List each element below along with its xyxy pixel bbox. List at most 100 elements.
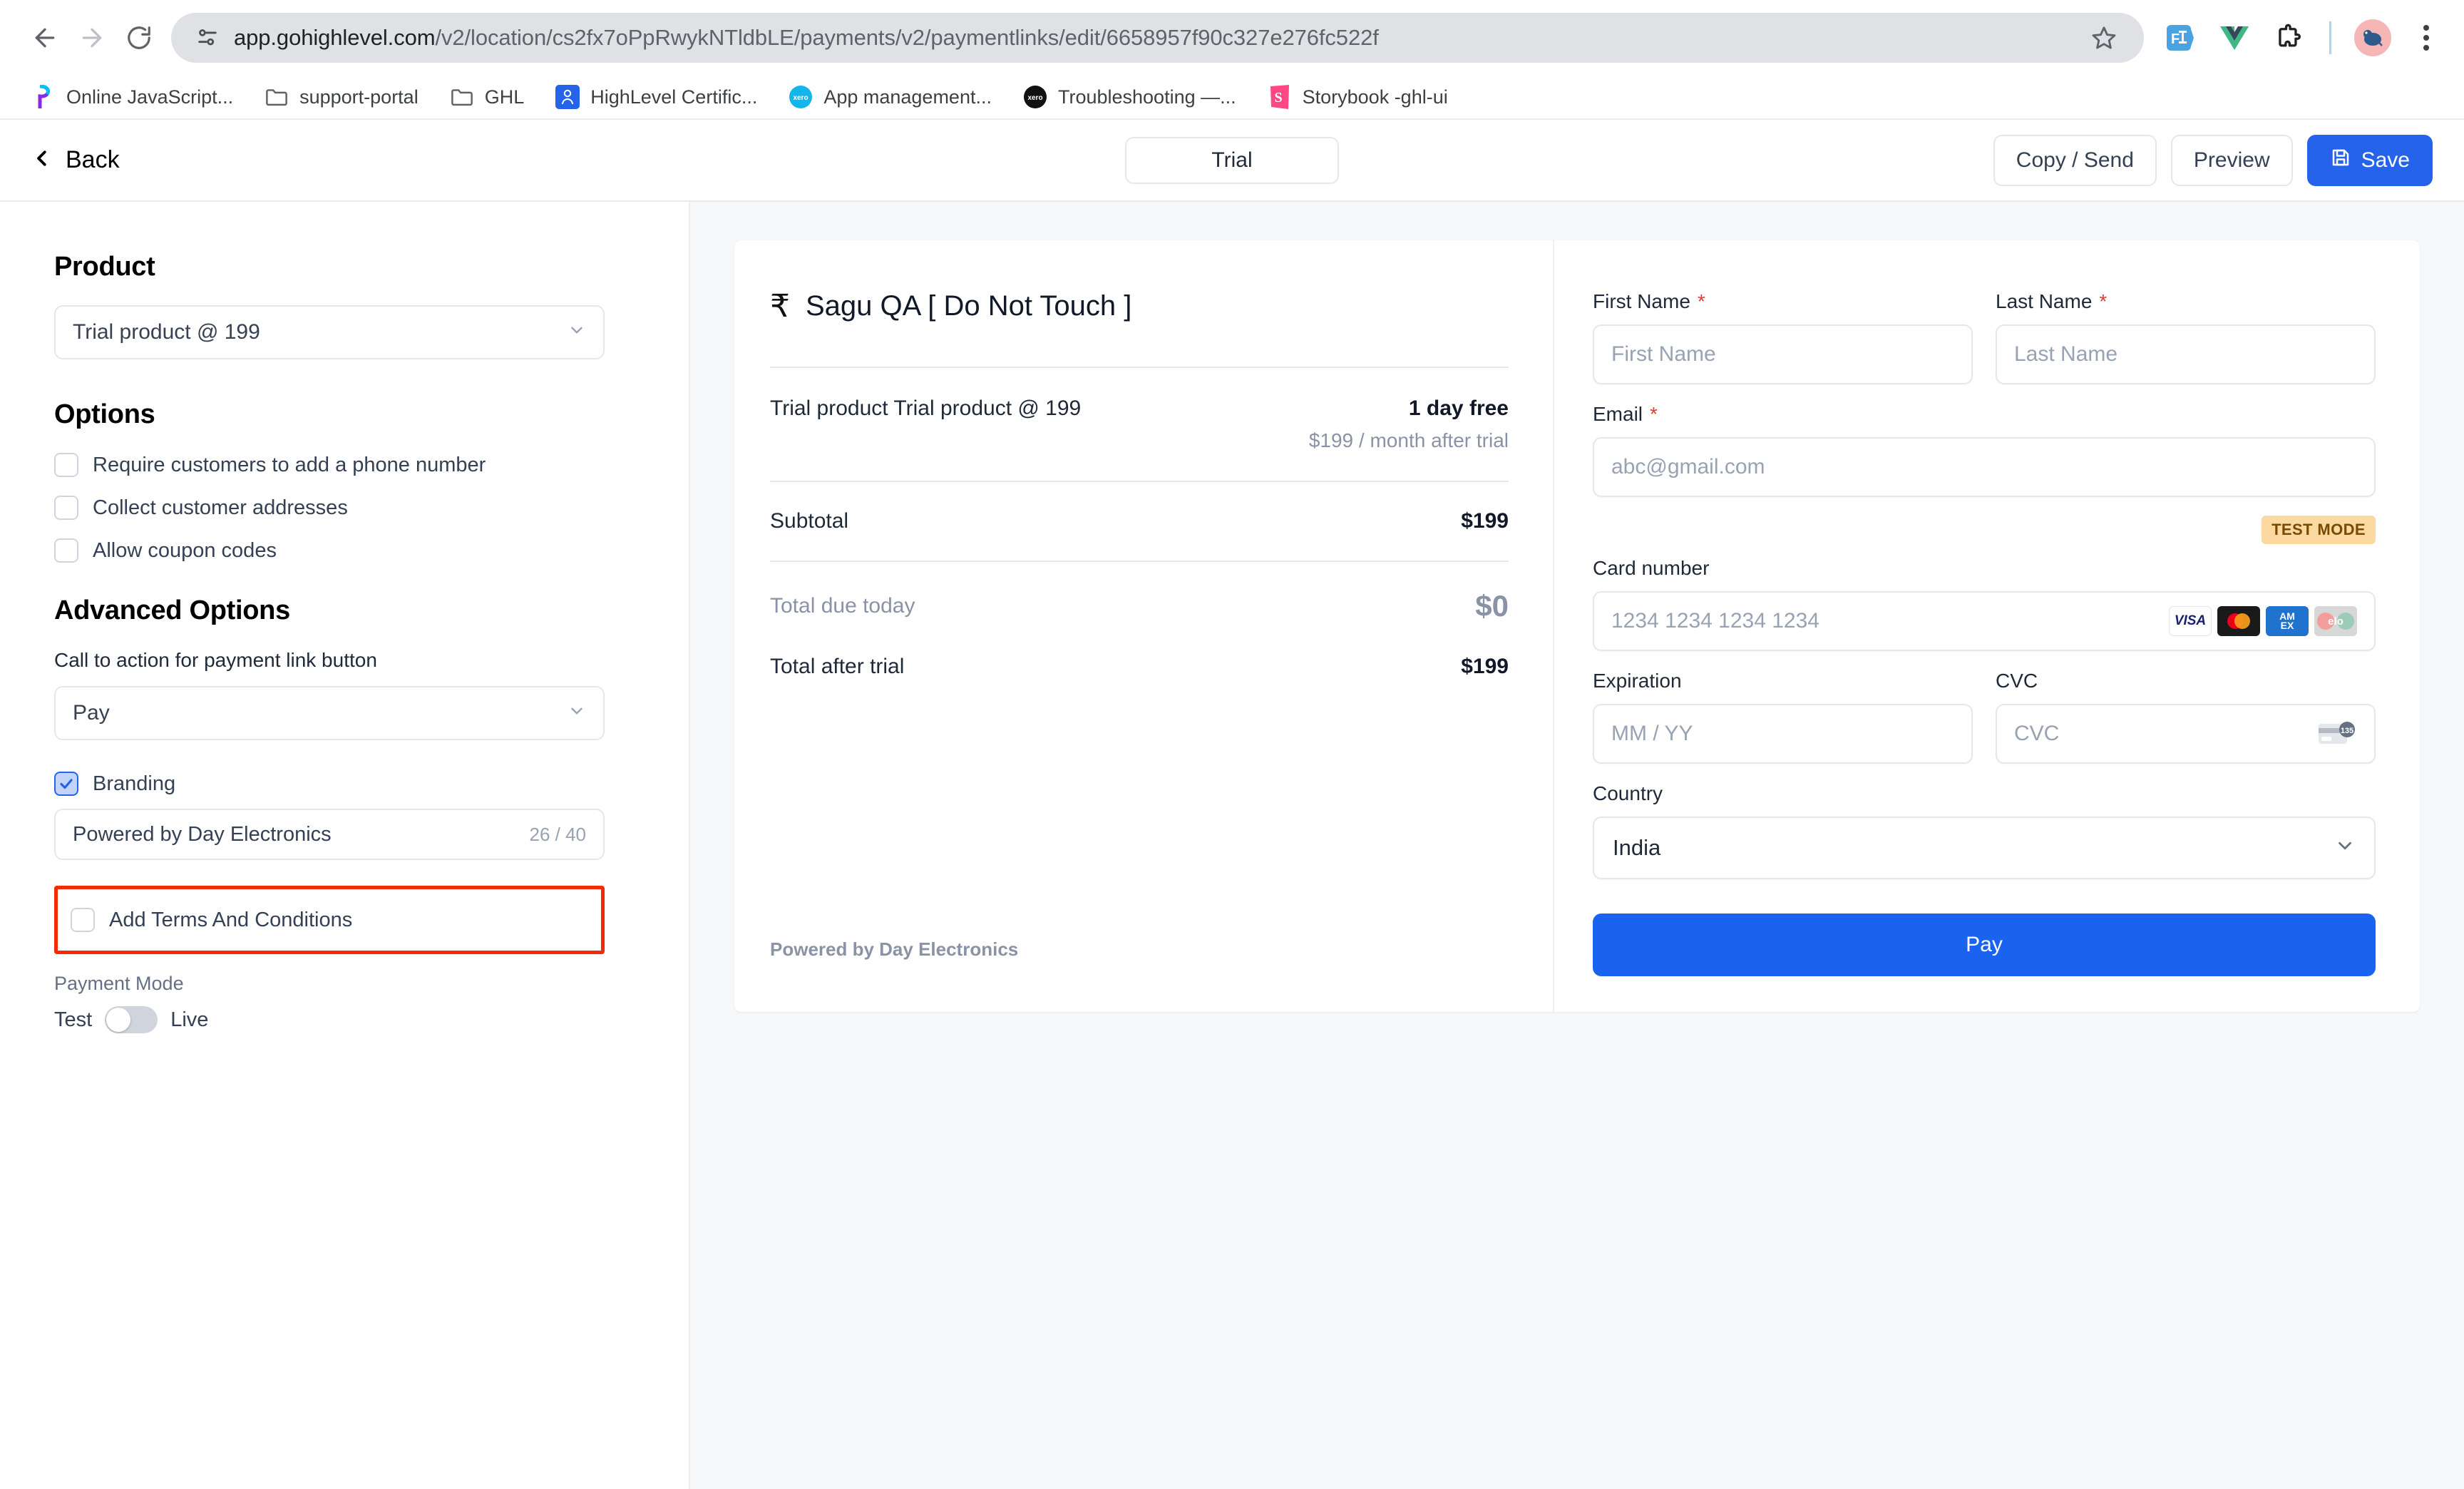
checkbox-icon[interactable] — [54, 496, 78, 520]
extension-icons: F — [2157, 19, 2443, 56]
required-asterisk: * — [2099, 290, 2108, 312]
svg-text:135: 135 — [2341, 727, 2353, 735]
option-collect-addresses[interactable]: Collect customer addresses — [54, 496, 635, 520]
checkbox-icon[interactable] — [54, 453, 78, 477]
country-group: Country India — [1593, 782, 2376, 879]
forward-nav-icon[interactable] — [68, 14, 115, 61]
country-select[interactable]: India — [1593, 817, 2376, 879]
url-path: /v2/location/cs2fx7oPpRwykNTldbLE/paymen… — [435, 25, 1379, 50]
xero-blue-icon: xero — [787, 83, 814, 111]
options-section-title: Options — [54, 399, 155, 429]
expiration-input[interactable]: MM / YY — [1593, 704, 1973, 764]
bookmark-label: support-portal — [299, 86, 419, 108]
last-name-label-text: Last Name — [1996, 290, 2093, 312]
line-item-row: Trial product Trial product @ 199 1 day … — [770, 368, 1509, 481]
toolbar-divider — [2329, 21, 2331, 54]
mode-live-label: Live — [170, 1008, 209, 1031]
last-name-label: Last Name * — [1996, 290, 2376, 313]
option-label: Collect customer addresses — [93, 496, 348, 519]
checkbox-icon[interactable] — [54, 538, 78, 563]
pay-button[interactable]: Pay — [1593, 914, 2376, 976]
email-input[interactable]: abc@gmail.com — [1593, 437, 2376, 497]
back-label: Back — [66, 146, 120, 173]
email-label-text: Email — [1593, 403, 1643, 425]
bookmark-label: HighLevel Certific... — [590, 86, 758, 108]
toggle-knob — [106, 1008, 131, 1032]
chevron-down-icon — [2334, 835, 2356, 861]
email-label: Email * — [1593, 403, 2376, 426]
terms-and-conditions-highlight[interactable]: Add Terms And Conditions — [54, 886, 605, 954]
browser-chrome: app.gohighlevel.com/v2/location/cs2fx7oP… — [0, 0, 2464, 120]
order-summary: ₹ Sagu QA [ Do Not Touch ] Trial product… — [734, 240, 1554, 1012]
copy-send-button[interactable]: Copy / Send — [1993, 134, 2157, 186]
vue-devtools-icon[interactable] — [2217, 20, 2252, 56]
bookmark-item[interactable]: xero Troubleshooting —... — [1010, 78, 1248, 116]
country-label: Country — [1593, 782, 1663, 804]
cta-select[interactable]: Pay — [54, 686, 605, 740]
merchant-header: ₹ Sagu QA [ Do Not Touch ] — [770, 290, 1509, 322]
option-require-phone[interactable]: Require customers to add a phone number — [54, 453, 635, 477]
bookmarks-bar: Online JavaScript... support-portal GHL … — [0, 76, 2464, 120]
preview-area: ₹ Sagu QA [ Do Not Touch ] Trial product… — [690, 202, 2464, 1489]
chevron-left-icon — [31, 145, 53, 175]
bookmark-star-icon[interactable] — [2084, 18, 2124, 58]
extensions-puzzle-icon[interactable] — [2271, 20, 2306, 56]
postman-icon — [30, 83, 57, 111]
cvc-label: CVC — [1996, 670, 2038, 692]
reload-icon[interactable] — [115, 14, 163, 61]
tab-trial[interactable]: Trial — [1125, 136, 1339, 184]
cvc-group: CVC CVC 135 — [1996, 670, 2376, 764]
checkbox-checked-icon[interactable] — [54, 772, 78, 796]
country-value: India — [1613, 835, 1661, 860]
first-name-input[interactable]: First Name — [1593, 324, 1973, 384]
profile-avatar[interactable] — [2354, 19, 2391, 56]
branding-text-input[interactable]: Powered by Day Electronics 26 / 40 — [54, 809, 605, 860]
payment-mode-toggle[interactable] — [105, 1006, 158, 1033]
subtotal-label: Subtotal — [770, 509, 849, 533]
address-bar[interactable]: app.gohighlevel.com/v2/location/cs2fx7oP… — [171, 13, 2144, 63]
card-number-input[interactable]: 1234 1234 1234 1234 VISA AM EX elo — [1593, 591, 2376, 651]
fontit-extension-icon[interactable]: F — [2162, 20, 2198, 56]
card-brand-icons: VISA AM EX elo — [2169, 606, 2357, 636]
option-allow-coupons[interactable]: Allow coupon codes — [54, 538, 635, 563]
bookmark-item[interactable]: xero App management... — [776, 78, 1003, 116]
svg-text:elo: elo — [2328, 615, 2344, 628]
bookmark-item[interactable]: S Storybook -ghl-ui — [1255, 78, 1459, 116]
name-row: First Name * First Name Last Name * Last… — [1593, 290, 2376, 384]
payment-mode-label: Payment Mode — [54, 973, 184, 994]
svg-text:S: S — [1274, 90, 1282, 106]
bookmark-item[interactable]: support-portal — [252, 78, 430, 116]
after-trial-row: Total after trial $199 — [770, 650, 1509, 706]
site-settings-icon[interactable] — [191, 21, 224, 54]
bookmark-item[interactable]: HighLevel Certific... — [543, 78, 769, 116]
svg-text:xero: xero — [1027, 94, 1042, 102]
product-select[interactable]: Trial product @ 199 — [54, 305, 605, 359]
card-number-group: Card number 1234 1234 1234 1234 VISA AM E… — [1593, 557, 2376, 651]
preview-button[interactable]: Preview — [2170, 134, 2293, 186]
bookmark-label: App management... — [823, 86, 992, 108]
xero-black-icon: xero — [1022, 83, 1049, 111]
bookmark-item[interactable]: GHL — [437, 78, 536, 116]
last-name-input[interactable]: Last Name — [1996, 324, 2376, 384]
back-nav-icon[interactable] — [21, 14, 68, 61]
terms-label: Add Terms And Conditions — [109, 908, 353, 931]
checkbox-icon[interactable] — [71, 908, 95, 932]
header-actions: Copy / Send Preview Save — [1993, 134, 2433, 186]
cvc-input[interactable]: CVC 135 — [1996, 704, 2376, 764]
save-button[interactable]: Save — [2306, 134, 2433, 186]
mastercard-icon — [2217, 606, 2260, 636]
back-button[interactable]: Back — [31, 145, 120, 175]
settings-sidebar: Product Trial product @ 199 Options Requ… — [0, 202, 690, 1489]
card-number-placeholder: 1234 1234 1234 1234 — [1611, 609, 1819, 633]
storybook-icon: S — [1266, 83, 1293, 111]
browser-toolbar: app.gohighlevel.com/v2/location/cs2fx7oP… — [0, 0, 2464, 76]
advanced-section-title: Advanced Options — [54, 595, 290, 625]
folder-icon — [263, 83, 290, 111]
bookmark-item[interactable]: Online JavaScript... — [19, 78, 245, 116]
app-body: Product Trial product @ 199 Options Requ… — [0, 202, 2464, 1489]
chevron-down-icon — [568, 702, 586, 725]
chrome-menu-icon[interactable] — [2410, 19, 2443, 56]
option-branding[interactable]: Branding — [54, 772, 635, 796]
folder-icon — [448, 83, 476, 111]
last-name-group: Last Name * Last Name — [1996, 290, 2376, 384]
